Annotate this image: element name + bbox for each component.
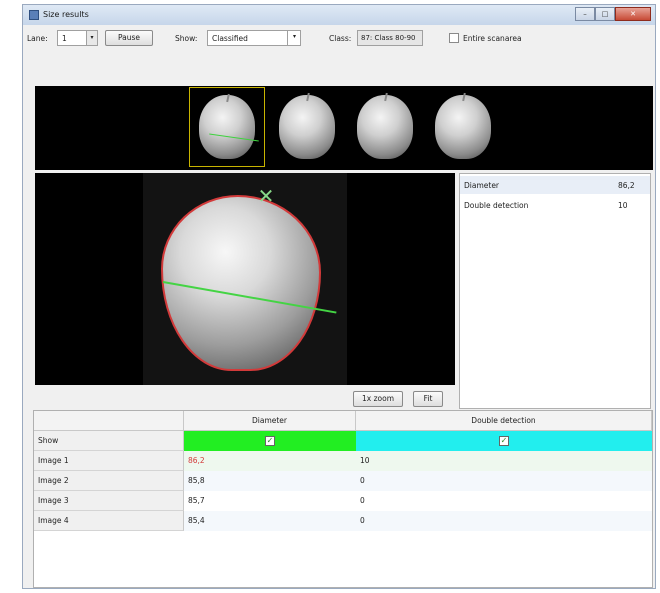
info-value: 86,2 xyxy=(618,181,635,190)
info-key: Double detection xyxy=(464,201,529,210)
table-cell-double: 10 xyxy=(356,451,652,471)
lane-spinbox[interactable]: 1 xyxy=(57,30,87,46)
info-value: 10 xyxy=(618,201,628,210)
diameter-show-cell[interactable]: ✓ xyxy=(184,431,356,451)
pause-button[interactable]: Pause xyxy=(105,30,153,46)
class-label: Class: xyxy=(329,34,352,43)
window-title: Size results xyxy=(43,10,89,19)
apple-thumbnail-image xyxy=(279,95,335,159)
row-header-image-3[interactable]: Image 3 xyxy=(34,491,184,511)
info-key: Diameter xyxy=(464,181,500,190)
window-controls: – □ ✕ xyxy=(575,7,651,21)
fit-button[interactable]: Fit xyxy=(413,391,443,407)
close-button[interactable]: ✕ xyxy=(615,7,651,21)
main-image-view[interactable]: ✕ xyxy=(35,173,455,385)
row-header-image-1[interactable]: Image 1 xyxy=(34,451,184,471)
entire-scanarea-label: Entire scanarea xyxy=(463,34,522,43)
double-show-checkbox-icon[interactable]: ✓ xyxy=(499,436,509,446)
row-header-show[interactable]: Show xyxy=(34,431,184,451)
app-icon xyxy=(29,10,39,20)
minimize-button[interactable]: – xyxy=(575,7,595,21)
lane-spinbox-arrow-icon[interactable]: ▾ xyxy=(86,30,98,46)
table-cell-double: 0 xyxy=(356,511,652,531)
apple-image: ✕ xyxy=(143,173,347,385)
show-label: Show: xyxy=(175,34,198,43)
stem-marker-icon: ✕ xyxy=(257,184,275,208)
thumbnail-4[interactable] xyxy=(425,87,501,167)
lane-label: Lane: xyxy=(27,34,48,43)
column-header-diameter[interactable]: Diameter xyxy=(184,411,356,431)
entire-scanarea-checkbox[interactable] xyxy=(449,33,459,43)
thumbnail-2[interactable] xyxy=(269,87,345,167)
double-show-cell[interactable]: ✓ xyxy=(356,431,652,451)
table-cell-diameter: 85,8 xyxy=(184,471,356,491)
apple-contour xyxy=(161,195,321,371)
thumbnail-3[interactable] xyxy=(347,87,423,167)
results-table: Diameter Double detection Show ✓ ✓ Image… xyxy=(33,410,653,588)
title-bar: Size results – □ ✕ xyxy=(23,5,655,25)
size-results-window: Size results – □ ✕ Lane: 1 ▾ Pause Show:… xyxy=(22,4,656,589)
maximize-button[interactable]: □ xyxy=(595,7,615,21)
table-corner xyxy=(34,411,184,431)
table-cell-diameter: 86,2 xyxy=(184,451,356,471)
zoom-1x-button[interactable]: 1x zoom xyxy=(353,391,403,407)
table-cell-double: 0 xyxy=(356,491,652,511)
show-dropdown-icon[interactable]: ▾ xyxy=(287,30,301,46)
table-cell-double: 0 xyxy=(356,471,652,491)
apple-thumbnail-image xyxy=(435,95,491,159)
row-header-image-2[interactable]: Image 2 xyxy=(34,471,184,491)
class-value-field: 87: Class 80-90 xyxy=(357,30,423,46)
apple-thumbnail-image xyxy=(199,95,259,159)
diameter-show-checkbox-icon[interactable]: ✓ xyxy=(265,436,275,446)
toolbar: Lane: 1 ▾ Pause Show: Classified ▾ Class… xyxy=(23,27,655,49)
properties-panel: Diameter 86,2 Double detection 10 xyxy=(459,173,651,409)
info-row-diameter[interactable]: Diameter 86,2 xyxy=(460,176,650,194)
column-header-double-detection[interactable]: Double detection xyxy=(356,411,652,431)
table-cell-diameter: 85,4 xyxy=(184,511,356,531)
thumbnail-strip xyxy=(35,86,653,170)
info-row-double-detection[interactable]: Double detection 10 xyxy=(460,196,650,214)
table-cell-diameter: 85,7 xyxy=(184,491,356,511)
thumbnail-1[interactable] xyxy=(189,87,265,167)
apple-thumbnail-image xyxy=(357,95,413,159)
row-header-image-4[interactable]: Image 4 xyxy=(34,511,184,531)
